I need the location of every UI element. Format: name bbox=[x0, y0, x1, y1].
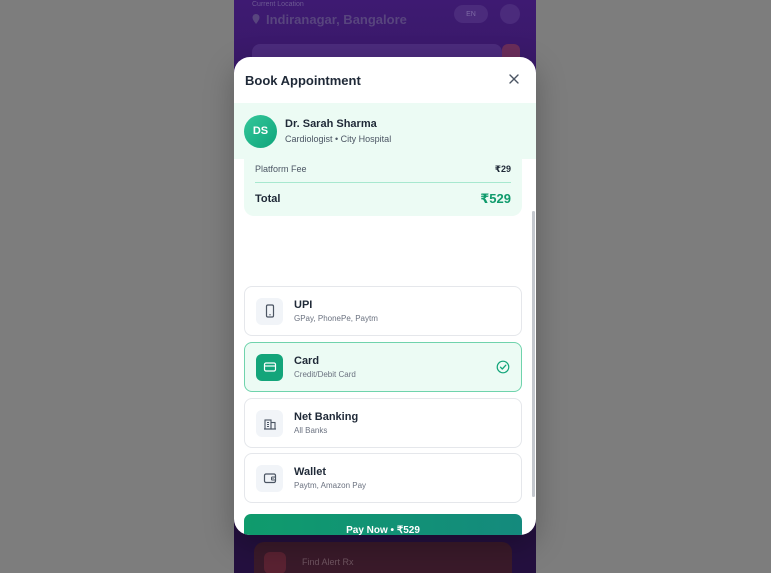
total-row: Total ₹529 bbox=[255, 191, 511, 207]
background-location: Indiranagar, Bangalore bbox=[252, 12, 407, 27]
payment-method-wallet[interactable]: Wallet Paytm, Amazon Pay bbox=[244, 453, 522, 503]
doctor-avatar: DS bbox=[244, 114, 277, 148]
total-value: ₹529 bbox=[480, 191, 511, 206]
wallet-icon bbox=[256, 464, 283, 492]
platform-fee-row: Platform Fee ₹29 bbox=[255, 164, 511, 175]
check-circle-icon bbox=[496, 360, 510, 374]
payment-method-text: Card Credit/Debit Card bbox=[294, 354, 356, 381]
payment-method-upi[interactable]: UPI GPay, PhonePe, Paytm bbox=[244, 286, 522, 336]
modal-scroll-area[interactable]: Platform Fee ₹29 Total ₹529 UPI GPay, Ph… bbox=[234, 159, 536, 535]
credit-card-icon bbox=[256, 353, 283, 381]
location-pin-icon bbox=[252, 12, 260, 27]
pay-now-button[interactable]: Pay Now • ₹529 bbox=[244, 514, 522, 535]
payment-method-net-banking[interactable]: Net Banking All Banks bbox=[244, 398, 522, 448]
doctor-name: Dr. Sarah Sharma bbox=[285, 117, 377, 130]
payment-method-subtitle: Credit/Debit Card bbox=[294, 369, 356, 379]
bell-icon bbox=[500, 4, 520, 24]
payment-method-card[interactable]: Card Credit/Debit Card bbox=[244, 342, 522, 392]
price-summary: Platform Fee ₹29 Total ₹529 bbox=[244, 159, 522, 216]
total-label: Total bbox=[255, 193, 281, 205]
payment-method-label: Card bbox=[294, 354, 320, 367]
doctor-info-band: DS Dr. Sarah Sharma Cardiologist • City … bbox=[234, 103, 536, 159]
modal-header: Book Appointment bbox=[234, 57, 536, 103]
payment-method-label: UPI bbox=[294, 298, 313, 311]
payment-method-label: Wallet bbox=[294, 465, 326, 478]
summary-divider bbox=[255, 182, 511, 183]
background-card-text: Find Alert Rx bbox=[302, 557, 354, 567]
close-icon bbox=[509, 74, 519, 84]
payment-method-subtitle: Paytm, Amazon Pay bbox=[294, 480, 367, 490]
payment-method-text: Wallet Paytm, Amazon Pay bbox=[294, 465, 366, 492]
doctor-subtitle: Cardiologist • City Hospital bbox=[285, 133, 392, 144]
payment-method-subtitle: All Banks bbox=[294, 425, 328, 435]
payment-method-subtitle: GPay, PhonePe, Paytm bbox=[294, 313, 378, 323]
background-location-text: Indiranagar, Bangalore bbox=[266, 12, 407, 27]
book-appointment-modal: Book Appointment DS Dr. Sarah Sharma Car… bbox=[234, 57, 536, 535]
phone-icon bbox=[256, 297, 283, 325]
payment-method-label: Net Banking bbox=[294, 410, 359, 423]
background-card-icon bbox=[264, 552, 286, 573]
bank-building-icon bbox=[256, 409, 283, 437]
background-location-hint: Current Location bbox=[252, 1, 304, 8]
close-button[interactable] bbox=[506, 71, 522, 87]
doctor-info: Dr. Sarah Sharma Cardiologist • City Hos… bbox=[285, 117, 391, 146]
background-language-chip: EN bbox=[454, 5, 488, 23]
platform-fee-value: ₹29 bbox=[494, 164, 511, 174]
scrollbar-thumb[interactable] bbox=[532, 211, 535, 497]
modal-title: Book Appointment bbox=[245, 72, 361, 88]
payment-method-text: Net Banking All Banks bbox=[294, 410, 358, 437]
payment-method-text: UPI GPay, PhonePe, Paytm bbox=[294, 298, 378, 325]
platform-fee-label: Platform Fee bbox=[255, 164, 307, 174]
background-card bbox=[254, 542, 512, 573]
